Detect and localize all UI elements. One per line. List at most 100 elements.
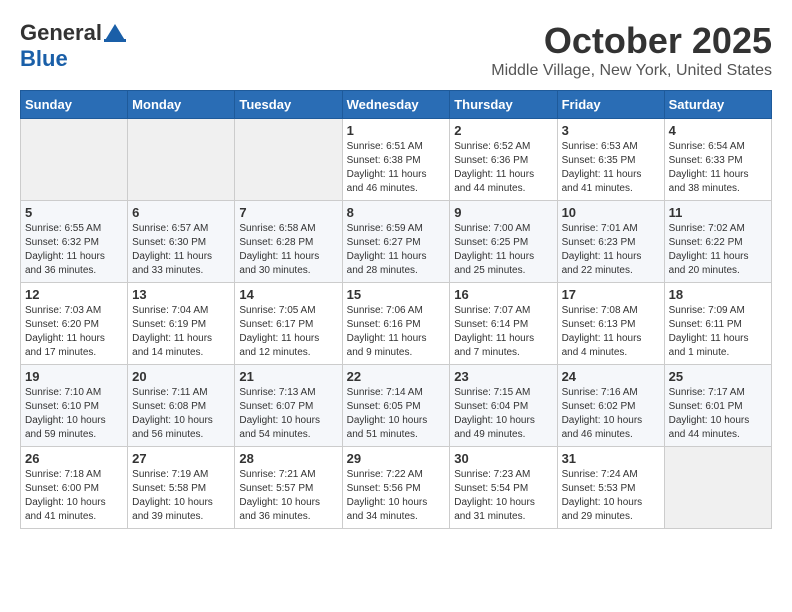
table-row: 5 Sunrise: 6:55 AMSunset: 6:32 PMDaylight… — [21, 201, 128, 283]
day-number: 21 — [239, 369, 337, 384]
day-info: Sunrise: 6:57 AMSunset: 6:30 PMDaylight:… — [132, 222, 230, 278]
day-number: 7 — [239, 205, 337, 220]
table-row: 14 Sunrise: 7:05 AMSunset: 6:17 PMDayligh… — [235, 283, 342, 365]
header-monday: Monday — [128, 91, 235, 119]
day-number: 27 — [132, 451, 230, 466]
day-info: Sunrise: 7:04 AMSunset: 6:19 PMDaylight:… — [132, 304, 230, 360]
day-number: 28 — [239, 451, 337, 466]
calendar-table: Sunday Monday Tuesday Wednesday Thursday… — [20, 90, 772, 529]
day-info: Sunrise: 7:24 AMSunset: 5:53 PMDaylight:… — [562, 468, 660, 524]
day-number: 30 — [454, 451, 552, 466]
day-info: Sunrise: 7:05 AMSunset: 6:17 PMDaylight:… — [239, 304, 337, 360]
table-row: 2 Sunrise: 6:52 AMSunset: 6:36 PMDaylight… — [450, 119, 557, 201]
day-info: Sunrise: 7:07 AMSunset: 6:14 PMDaylight:… — [454, 304, 552, 360]
day-number: 18 — [669, 287, 767, 302]
day-info: Sunrise: 6:53 AMSunset: 6:35 PMDaylight:… — [562, 140, 660, 196]
table-row: 30 Sunrise: 7:23 AMSunset: 5:54 PMDayligh… — [450, 447, 557, 529]
day-info: Sunrise: 7:11 AMSunset: 6:08 PMDaylight:… — [132, 386, 230, 442]
table-row: 26 Sunrise: 7:18 AMSunset: 6:00 PMDayligh… — [21, 447, 128, 529]
logo-icon — [104, 24, 126, 42]
logo-blue: Blue — [20, 46, 68, 71]
table-row: 31 Sunrise: 7:24 AMSunset: 5:53 PMDayligh… — [557, 447, 664, 529]
table-row: 15 Sunrise: 7:06 AMSunset: 6:16 PMDayligh… — [342, 283, 450, 365]
day-number: 10 — [562, 205, 660, 220]
day-number: 5 — [25, 205, 123, 220]
table-row — [21, 119, 128, 201]
table-row — [128, 119, 235, 201]
day-info: Sunrise: 7:22 AMSunset: 5:56 PMDaylight:… — [347, 468, 446, 524]
day-info: Sunrise: 6:54 AMSunset: 6:33 PMDaylight:… — [669, 140, 767, 196]
table-row: 27 Sunrise: 7:19 AMSunset: 5:58 PMDayligh… — [128, 447, 235, 529]
day-number: 1 — [347, 123, 446, 138]
day-number: 9 — [454, 205, 552, 220]
header-tuesday: Tuesday — [235, 91, 342, 119]
day-info: Sunrise: 7:18 AMSunset: 6:00 PMDaylight:… — [25, 468, 123, 524]
day-number: 16 — [454, 287, 552, 302]
table-row: 29 Sunrise: 7:22 AMSunset: 5:56 PMDayligh… — [342, 447, 450, 529]
calendar-week-row: 19 Sunrise: 7:10 AMSunset: 6:10 PMDayligh… — [21, 365, 772, 447]
day-number: 19 — [25, 369, 123, 384]
table-row: 6 Sunrise: 6:57 AMSunset: 6:30 PMDaylight… — [128, 201, 235, 283]
day-number: 23 — [454, 369, 552, 384]
table-row: 23 Sunrise: 7:15 AMSunset: 6:04 PMDayligh… — [450, 365, 557, 447]
day-info: Sunrise: 6:55 AMSunset: 6:32 PMDaylight:… — [25, 222, 123, 278]
day-info: Sunrise: 7:23 AMSunset: 5:54 PMDaylight:… — [454, 468, 552, 524]
page-header: General Blue October 2025 Middle Village… — [20, 20, 772, 80]
day-info: Sunrise: 7:17 AMSunset: 6:01 PMDaylight:… — [669, 386, 767, 442]
day-info: Sunrise: 7:02 AMSunset: 6:22 PMDaylight:… — [669, 222, 767, 278]
day-info: Sunrise: 7:16 AMSunset: 6:02 PMDaylight:… — [562, 386, 660, 442]
day-info: Sunrise: 7:14 AMSunset: 6:05 PMDaylight:… — [347, 386, 446, 442]
day-number: 17 — [562, 287, 660, 302]
day-info: Sunrise: 7:21 AMSunset: 5:57 PMDaylight:… — [239, 468, 337, 524]
table-row: 16 Sunrise: 7:07 AMSunset: 6:14 PMDayligh… — [450, 283, 557, 365]
day-info: Sunrise: 6:52 AMSunset: 6:36 PMDaylight:… — [454, 140, 552, 196]
table-row: 22 Sunrise: 7:14 AMSunset: 6:05 PMDayligh… — [342, 365, 450, 447]
day-number: 22 — [347, 369, 446, 384]
location: Middle Village, New York, United States — [491, 62, 772, 80]
day-number: 14 — [239, 287, 337, 302]
day-info: Sunrise: 7:09 AMSunset: 6:11 PMDaylight:… — [669, 304, 767, 360]
table-row: 17 Sunrise: 7:08 AMSunset: 6:13 PMDayligh… — [557, 283, 664, 365]
calendar-week-row: 5 Sunrise: 6:55 AMSunset: 6:32 PMDaylight… — [21, 201, 772, 283]
day-number: 6 — [132, 205, 230, 220]
day-number: 2 — [454, 123, 552, 138]
month-title: October 2025 — [491, 20, 772, 62]
table-row: 20 Sunrise: 7:11 AMSunset: 6:08 PMDayligh… — [128, 365, 235, 447]
day-number: 8 — [347, 205, 446, 220]
day-number: 29 — [347, 451, 446, 466]
day-number: 25 — [669, 369, 767, 384]
logo-general: General — [20, 20, 102, 46]
table-row: 13Sunrise: 7:04 AMSunset: 6:19 PMDayligh… — [128, 283, 235, 365]
header-sunday: Sunday — [21, 91, 128, 119]
day-number: 15 — [347, 287, 446, 302]
day-number: 20 — [132, 369, 230, 384]
table-row: 3 Sunrise: 6:53 AMSunset: 6:35 PMDaylight… — [557, 119, 664, 201]
day-number: 12 — [25, 287, 123, 302]
table-row: 18 Sunrise: 7:09 AMSunset: 6:11 PMDayligh… — [664, 283, 771, 365]
header-friday: Friday — [557, 91, 664, 119]
table-row: 28 Sunrise: 7:21 AMSunset: 5:57 PMDayligh… — [235, 447, 342, 529]
day-number: 11 — [669, 205, 767, 220]
calendar-week-row: 12 Sunrise: 7:03 AMSunset: 6:20 PMDayligh… — [21, 283, 772, 365]
day-info: Sunrise: 7:03 AMSunset: 6:20 PMDaylight:… — [25, 304, 123, 360]
day-info: Sunrise: 7:08 AMSunset: 6:13 PMDaylight:… — [562, 304, 660, 360]
day-info: Sunrise: 6:51 AMSunset: 6:38 PMDaylight:… — [347, 140, 446, 196]
calendar-week-row: 1 Sunrise: 6:51 AMSunset: 6:38 PMDaylight… — [21, 119, 772, 201]
table-row — [664, 447, 771, 529]
day-number: 3 — [562, 123, 660, 138]
day-number: 26 — [25, 451, 123, 466]
calendar-week-row: 26 Sunrise: 7:18 AMSunset: 6:00 PMDayligh… — [21, 447, 772, 529]
table-row: 21 Sunrise: 7:13 AMSunset: 6:07 PMDayligh… — [235, 365, 342, 447]
day-info: Sunrise: 7:13 AMSunset: 6:07 PMDaylight:… — [239, 386, 337, 442]
day-number: 4 — [669, 123, 767, 138]
day-info: Sunrise: 7:06 AMSunset: 6:16 PMDaylight:… — [347, 304, 446, 360]
day-number: 31 — [562, 451, 660, 466]
day-info: Sunrise: 7:00 AMSunset: 6:25 PMDaylight:… — [454, 222, 552, 278]
table-row: 10Sunrise: 7:01 AMSunset: 6:23 PMDayligh… — [557, 201, 664, 283]
title-section: October 2025 Middle Village, New York, U… — [491, 20, 772, 80]
day-info: Sunrise: 7:10 AMSunset: 6:10 PMDaylight:… — [25, 386, 123, 442]
day-info: Sunrise: 7:19 AMSunset: 5:58 PMDaylight:… — [132, 468, 230, 524]
logo: General Blue — [20, 20, 128, 72]
table-row: 11 Sunrise: 7:02 AMSunset: 6:22 PMDayligh… — [664, 201, 771, 283]
day-info: Sunrise: 7:15 AMSunset: 6:04 PMDaylight:… — [454, 386, 552, 442]
